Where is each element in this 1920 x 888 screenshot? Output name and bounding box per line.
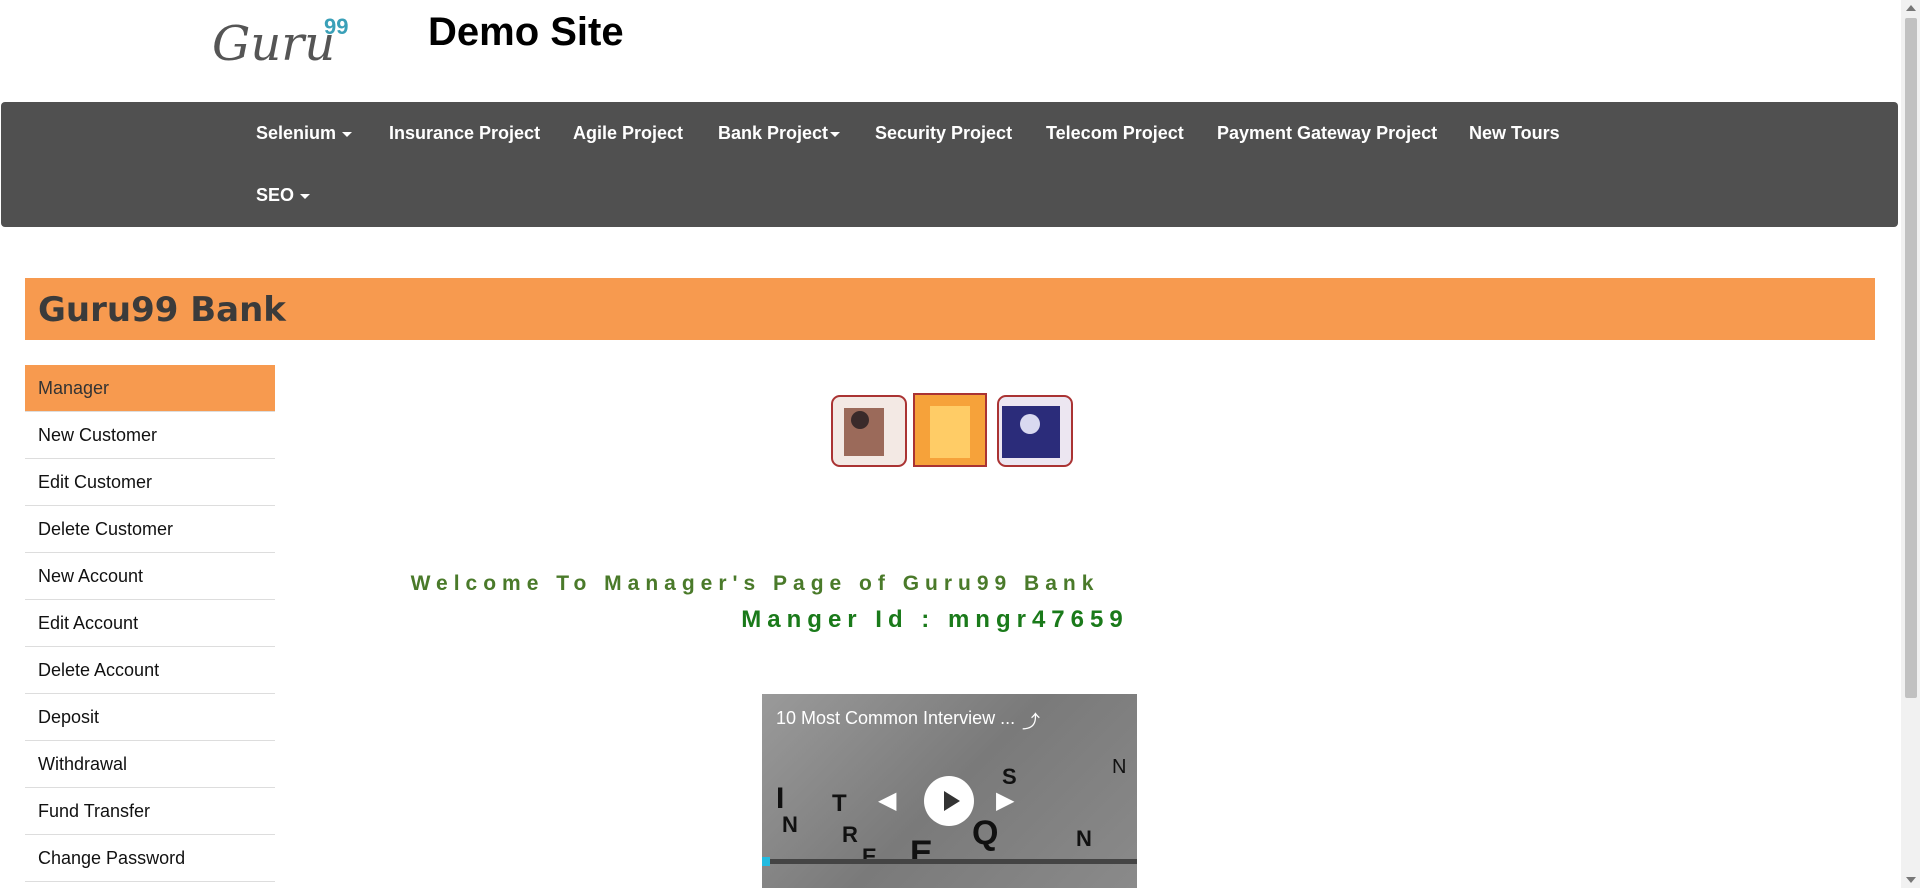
menu-item-fund-transfer[interactable]: Fund Transfer: [25, 788, 275, 835]
menu-item-delete-customer[interactable]: Delete Customer: [25, 506, 275, 553]
nav-new-tours[interactable]: New Tours: [1469, 123, 1560, 144]
nav-payment-gateway-project[interactable]: Payment Gateway Project: [1217, 123, 1437, 144]
chevron-down-icon: [300, 193, 311, 199]
video-graphic-letter: N: [1112, 756, 1127, 778]
bank-banner-image: [830, 390, 1074, 470]
chevron-down-icon: [342, 131, 353, 137]
scroll-down-icon[interactable]: [1906, 877, 1916, 883]
video-graphic-letter: T: [832, 790, 847, 817]
play-icon[interactable]: [924, 776, 974, 826]
menu-item-deposit[interactable]: Deposit: [25, 694, 275, 741]
video-graphic-letter: N: [1076, 826, 1092, 851]
nav-selenium[interactable]: Selenium: [256, 123, 353, 144]
video-progress-bar[interactable]: [762, 857, 1137, 866]
video-title[interactable]: 10 Most Common Interview ...: [776, 708, 1015, 729]
guru99-logo[interactable]: Guru 99: [212, 8, 362, 72]
nav-security-project[interactable]: Security Project: [875, 123, 1012, 144]
nav-agile-project[interactable]: Agile Project: [573, 123, 683, 144]
top-navbar: Selenium Insurance Project Agile Project…: [1, 102, 1898, 227]
logo-sup: 99: [324, 14, 348, 39]
logo-text: Guru: [212, 16, 335, 68]
menu-item-change-password[interactable]: Change Password: [25, 835, 275, 882]
progress-indicator[interactable]: [762, 857, 770, 866]
welcome-message: Welcome To Manager's Page of Guru99 Bank: [410, 572, 1100, 595]
page-scrollbar[interactable]: [1901, 0, 1920, 888]
scrollbar-thumb[interactable]: [1905, 18, 1917, 698]
menu-item-manager[interactable]: Manager: [25, 365, 275, 412]
site-title: Demo Site: [428, 10, 624, 54]
nav-telecom-project[interactable]: Telecom Project: [1046, 123, 1184, 144]
nav-seo[interactable]: SEO: [256, 185, 311, 206]
video-graphic-letter: E: [862, 844, 877, 869]
bank-header: Guru99 Bank: [25, 278, 1875, 340]
video-graphic-letter: Q: [972, 814, 999, 852]
video-player[interactable]: 10 Most Common Interview ... ⤴ I N T R E…: [762, 694, 1137, 888]
next-icon[interactable]: ▶: [996, 786, 1014, 815]
manager-id: Manger Id : mngr47659: [741, 606, 1129, 633]
video-graphic-letter: I: [776, 782, 785, 815]
menu-item-new-customer[interactable]: New Customer: [25, 412, 275, 459]
video-graphic-letter: N: [782, 812, 798, 837]
scroll-up-icon[interactable]: [1906, 5, 1916, 11]
bank-title: Guru99 Bank: [38, 290, 286, 330]
chevron-down-icon: [830, 131, 841, 137]
menu-item-withdrawal[interactable]: Withdrawal: [25, 741, 275, 788]
prev-icon[interactable]: ◀: [878, 786, 896, 815]
menu-item-delete-account[interactable]: Delete Account: [25, 647, 275, 694]
nav-bank-project[interactable]: Bank Project: [718, 123, 841, 144]
menu-item-edit-customer[interactable]: Edit Customer: [25, 459, 275, 506]
nav-insurance-project[interactable]: Insurance Project: [389, 123, 540, 144]
video-graphic-letter: E: [910, 834, 933, 872]
video-graphic-letter: R: [842, 822, 858, 847]
share-icon[interactable]: ⤴: [1022, 708, 1040, 734]
